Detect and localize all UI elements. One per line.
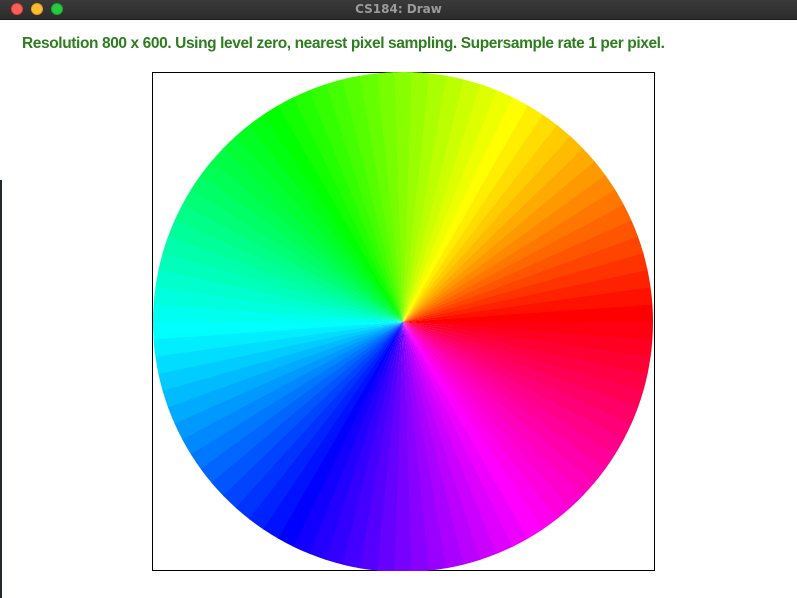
color-wheel <box>152 72 654 571</box>
background-window-edge <box>0 180 2 598</box>
app-window: CS184: Draw Resolution 800 x 600. Using … <box>0 0 797 598</box>
status-text: Resolution 800 x 600. Using level zero, … <box>22 35 665 52</box>
title-bar[interactable]: CS184: Draw <box>0 0 797 20</box>
window-title: CS184: Draw <box>355 2 442 16</box>
draw-canvas[interactable] <box>152 72 655 571</box>
